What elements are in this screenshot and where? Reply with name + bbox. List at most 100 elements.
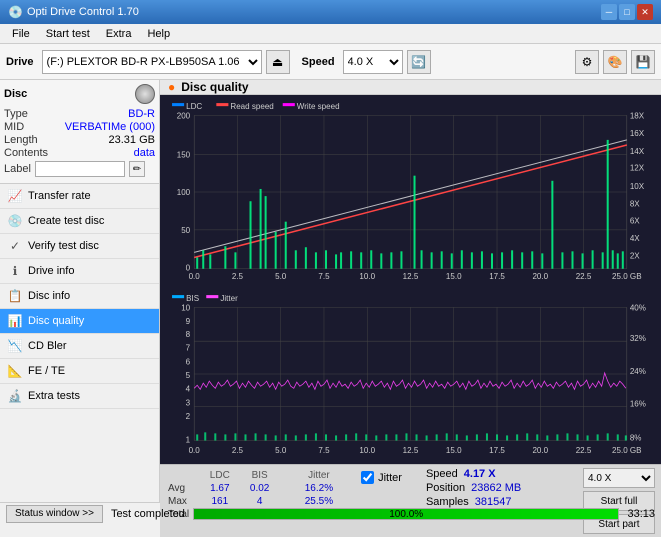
transfer-rate-label: Transfer rate	[28, 190, 91, 202]
jitter-checkbox[interactable]	[361, 471, 374, 484]
title-bar-controls: ─ □ ✕	[601, 4, 653, 20]
eject-button[interactable]: ⏏	[266, 50, 290, 74]
top-chart-svg: LDC Read speed Write speed	[164, 99, 657, 288]
disc-image	[135, 84, 155, 104]
app-title: Opti Drive Control 1.70	[27, 6, 139, 18]
svg-text:7: 7	[186, 343, 191, 352]
svg-text:32%: 32%	[630, 334, 646, 343]
verify-test-disc-label: Verify test disc	[28, 240, 99, 252]
speed-select[interactable]: 4.0 X	[343, 50, 403, 74]
svg-text:12.5: 12.5	[403, 272, 419, 281]
svg-text:2.5: 2.5	[232, 272, 244, 281]
settings-button[interactable]: ⚙	[575, 50, 599, 74]
disc-mid-value: VERBATIMe (000)	[65, 121, 155, 133]
svg-text:10: 10	[181, 304, 190, 313]
svg-text:16%: 16%	[630, 400, 646, 409]
svg-text:6X: 6X	[630, 217, 640, 226]
samples-row: Samples 381547	[426, 496, 521, 508]
svg-text:15.0: 15.0	[446, 446, 462, 455]
disc-quality-icon: 📊	[8, 314, 22, 328]
minimize-button[interactable]: ─	[601, 4, 617, 20]
svg-text:8X: 8X	[630, 199, 640, 208]
svg-text:5.0: 5.0	[275, 446, 287, 455]
sidebar-item-disc-info[interactable]: 📋 Disc info	[0, 284, 159, 309]
speed-label: Speed	[302, 56, 335, 68]
menu-start-test[interactable]: Start test	[38, 26, 98, 42]
status-window-button[interactable]: Status window >>	[6, 505, 103, 523]
svg-text:4: 4	[186, 384, 191, 393]
drive-select[interactable]: (F:) PLEXTOR BD-R PX-LB950SA 1.06	[42, 50, 262, 74]
toolbar: Drive (F:) PLEXTOR BD-R PX-LB950SA 1.06 …	[0, 44, 661, 80]
samples-value: 381547	[475, 496, 512, 508]
close-button[interactable]: ✕	[637, 4, 653, 20]
disc-contents-label: Contents	[4, 147, 48, 159]
status-time: 33:13	[627, 508, 655, 520]
title-bar-left: 💿 Opti Drive Control 1.70	[8, 5, 139, 19]
sidebar-item-drive-info[interactable]: ℹ Drive info	[0, 259, 159, 284]
disc-label-input[interactable]	[35, 161, 125, 177]
svg-text:1: 1	[186, 436, 191, 445]
sidebar-item-cd-bler[interactable]: 📉 CD Bler	[0, 334, 159, 359]
svg-text:16X: 16X	[630, 129, 645, 138]
sidebar-item-transfer-rate[interactable]: 📈 Transfer rate	[0, 184, 159, 209]
stat-max-bis: 4	[249, 496, 281, 507]
svg-text:50: 50	[181, 226, 190, 235]
maximize-button[interactable]: □	[619, 4, 635, 20]
svg-text:24%: 24%	[630, 367, 646, 376]
disc-panel: Disc Type BD-R MID VERBATIMe (000) Lengt…	[0, 80, 159, 184]
bottom-chart-svg: BIS Jitter	[164, 291, 657, 460]
save-button[interactable]: 💾	[631, 50, 655, 74]
content-area: ● Disc quality LDC Read speed	[160, 80, 661, 502]
stat-col-empty	[168, 470, 201, 481]
svg-text:20.0: 20.0	[532, 272, 548, 281]
svg-text:Write speed: Write speed	[297, 102, 340, 111]
menu-bar: File Start test Extra Help	[0, 24, 661, 44]
svg-text:17.5: 17.5	[489, 272, 505, 281]
action-section: 4.0 X Start full Start part	[583, 468, 655, 534]
svg-text:17.5: 17.5	[489, 446, 505, 455]
transfer-rate-icon: 📈	[8, 189, 22, 203]
speed-label-stat: Speed	[426, 468, 458, 480]
sidebar-item-extra-tests[interactable]: 🔬 Extra tests	[0, 384, 159, 409]
svg-text:LDC: LDC	[186, 102, 202, 111]
sidebar-item-create-test-disc[interactable]: 💿 Create test disc	[0, 209, 159, 234]
fe-te-icon: 📐	[8, 364, 22, 378]
main-area: Disc Type BD-R MID VERBATIMe (000) Lengt…	[0, 80, 661, 502]
stat-col-jitter: Jitter	[305, 470, 343, 481]
svg-text:10X: 10X	[630, 182, 645, 191]
svg-text:Read speed: Read speed	[230, 102, 273, 111]
disc-length-label: Length	[4, 134, 38, 146]
skin-button[interactable]: 🎨	[603, 50, 627, 74]
sidebar-item-fe-te[interactable]: 📐 FE / TE	[0, 359, 159, 384]
svg-text:12.5: 12.5	[403, 446, 419, 455]
svg-text:15.0: 15.0	[446, 272, 462, 281]
chart-title: Disc quality	[181, 80, 248, 94]
speed-dropdown[interactable]: 4.0 X	[583, 468, 655, 488]
fe-te-label: FE / TE	[28, 365, 65, 377]
disc-mid-label: MID	[4, 121, 24, 133]
disc-length-value: 23.31 GB	[109, 134, 155, 146]
stat-max-jitter: 25.5%	[305, 496, 343, 507]
svg-text:9: 9	[186, 317, 191, 326]
speed-row: Speed 4.17 X	[426, 468, 521, 480]
cd-bler-label: CD Bler	[28, 340, 67, 352]
svg-text:5: 5	[186, 371, 191, 380]
menu-help[interactable]: Help	[139, 26, 178, 42]
sidebar-item-verify-test-disc[interactable]: ✓ Verify test disc	[0, 234, 159, 259]
svg-text:12X: 12X	[630, 164, 645, 173]
sidebar-item-disc-quality[interactable]: 📊 Disc quality	[0, 309, 159, 334]
jitter-label: Jitter	[378, 472, 402, 484]
menu-file[interactable]: File	[4, 26, 38, 42]
disc-label-edit-button[interactable]: ✏	[129, 161, 145, 177]
svg-text:10.0: 10.0	[359, 272, 375, 281]
svg-text:25.0 GB: 25.0 GB	[612, 446, 641, 455]
svg-text:7.5: 7.5	[318, 272, 330, 281]
svg-text:22.5: 22.5	[576, 446, 592, 455]
disc-type-value: BD-R	[128, 108, 155, 120]
menu-extra[interactable]: Extra	[98, 26, 140, 42]
status-text: Test completed	[111, 508, 185, 520]
extra-tests-icon: 🔬	[8, 389, 22, 403]
speed-position-section: Speed 4.17 X Position 23862 MB Samples 3…	[426, 468, 521, 508]
extra-tests-label: Extra tests	[28, 390, 80, 402]
refresh-button[interactable]: 🔄	[407, 50, 431, 74]
